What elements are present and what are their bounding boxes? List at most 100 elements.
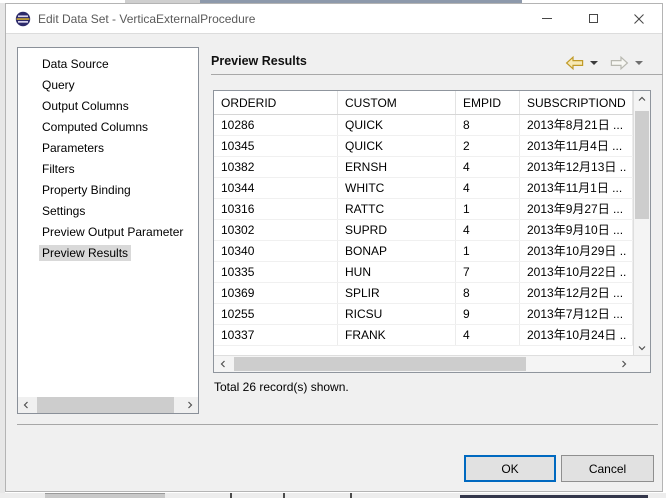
table-row[interactable]: 10286 QUICK 8 2013年8月21日 ... xyxy=(214,115,633,136)
sidebar-item[interactable]: Settings xyxy=(18,201,198,222)
scroll-right-icon[interactable] xyxy=(182,397,198,413)
sidebar-horizontal-scrollbar[interactable] xyxy=(18,397,198,413)
ok-button[interactable]: OK xyxy=(464,455,556,482)
back-arrow-icon[interactable] xyxy=(565,56,584,70)
column-header[interactable]: EMPID xyxy=(456,91,520,114)
column-header[interactable]: CUSTOM xyxy=(338,91,456,114)
scrollbar-thumb[interactable] xyxy=(234,357,526,371)
scroll-up-icon[interactable] xyxy=(634,91,650,106)
background-tick xyxy=(283,493,285,498)
cell-custom: FRANK xyxy=(338,325,456,345)
forward-dropdown-icon[interactable] xyxy=(635,61,643,65)
minimize-button[interactable] xyxy=(524,4,570,33)
scrollbar-track[interactable] xyxy=(34,397,182,413)
scroll-left-icon[interactable] xyxy=(214,356,231,372)
edit-data-set-dialog: Edit Data Set - VerticaExternalProcedure… xyxy=(5,3,663,492)
cell-subscriptiond: 2013年12月13日 .. xyxy=(520,157,633,177)
cell-custom: WHITC xyxy=(338,178,456,198)
history-nav xyxy=(565,54,643,72)
back-dropdown-icon[interactable] xyxy=(590,61,598,65)
cell-empid: 7 xyxy=(456,262,520,282)
forward-arrow-icon[interactable] xyxy=(610,56,629,70)
cell-empid: 1 xyxy=(456,199,520,219)
screen: Edit Data Set - VerticaExternalProcedure… xyxy=(0,0,666,498)
scroll-left-icon[interactable] xyxy=(18,397,34,413)
cell-subscriptiond: 2013年11月4日 ... xyxy=(520,136,633,156)
sidebar-item[interactable]: Output Columns xyxy=(18,96,198,117)
scrollbar-thumb[interactable] xyxy=(37,397,174,413)
cell-orderid: 10382 xyxy=(214,157,338,177)
scrollbar-track[interactable] xyxy=(231,356,615,372)
table-vertical-scrollbar[interactable] xyxy=(633,91,650,355)
table-row[interactable]: 10382 ERNSH 4 2013年12月13日 .. xyxy=(214,157,633,178)
column-header[interactable]: SUBSCRIPTIOND xyxy=(520,91,633,114)
table-row[interactable]: 10340 BONAP 1 2013年10月29日 .. xyxy=(214,241,633,262)
cell-custom: BONAP xyxy=(338,241,456,261)
cell-custom: SPLIR xyxy=(338,283,456,303)
title-bar[interactable]: Edit Data Set - VerticaExternalProcedure xyxy=(6,4,662,34)
sidebar-item[interactable]: Parameters xyxy=(18,138,198,159)
cell-empid: 2 xyxy=(456,136,520,156)
scrollbar-thumb[interactable] xyxy=(635,111,649,219)
cancel-button[interactable]: Cancel xyxy=(561,455,654,482)
cell-empid: 4 xyxy=(456,220,520,240)
sidebar-item[interactable]: Filters xyxy=(18,159,198,180)
cell-orderid: 10337 xyxy=(214,325,338,345)
cell-orderid: 10340 xyxy=(214,241,338,261)
table-row[interactable]: 10255 RICSU 9 2013年7月12日 ... xyxy=(214,304,633,325)
cell-empid: 9 xyxy=(456,304,520,324)
scroll-down-icon[interactable] xyxy=(634,340,650,355)
sidebar-items: Data SourceQueryOutput ColumnsComputed C… xyxy=(18,48,198,264)
table-row[interactable]: 10316 RATTC 1 2013年9月27日 ... xyxy=(214,199,633,220)
cell-subscriptiond: 2013年10月24日 .. xyxy=(520,325,633,345)
cell-empid: 1 xyxy=(456,241,520,261)
cell-subscriptiond: 2013年7月12日 ... xyxy=(520,304,633,324)
cell-custom: QUICK xyxy=(338,136,456,156)
table-row[interactable]: 10345 QUICK 2 2013年11月4日 ... xyxy=(214,136,633,157)
sidebar-item[interactable]: Query xyxy=(18,75,198,96)
table-row[interactable]: 10302 SUPRD 4 2013年9月10日 ... xyxy=(214,220,633,241)
cell-orderid: 10302 xyxy=(214,220,338,240)
table-body: 10286 QUICK 8 2013年8月21日 ... 10345 QUICK… xyxy=(214,115,633,346)
table-row[interactable]: 10335 HUN 7 2013年10月22日 .. xyxy=(214,262,633,283)
cell-orderid: 10255 xyxy=(214,304,338,324)
cell-subscriptiond: 2013年8月21日 ... xyxy=(520,115,633,135)
maximize-icon xyxy=(589,14,598,23)
table-row[interactable]: 10344 WHITC 4 2013年11月1日 ... xyxy=(214,178,633,199)
cell-orderid: 10345 xyxy=(214,136,338,156)
cell-empid: 8 xyxy=(456,283,520,303)
cell-custom: ERNSH xyxy=(338,157,456,177)
close-button[interactable] xyxy=(616,4,662,33)
table-row[interactable]: 10337 FRANK 4 2013年10月24日 .. xyxy=(214,325,633,346)
cell-empid: 8 xyxy=(456,115,520,135)
table-horizontal-scrollbar[interactable] xyxy=(214,355,650,372)
cell-empid: 4 xyxy=(456,325,520,345)
cell-subscriptiond: 2013年9月27日 ... xyxy=(520,199,633,219)
sidebar-item[interactable]: Preview Output Parameter xyxy=(18,222,198,243)
cell-subscriptiond: 2013年10月22日 .. xyxy=(520,262,633,282)
cell-subscriptiond: 2013年11月1日 ... xyxy=(520,178,633,198)
close-icon xyxy=(634,14,644,24)
cell-custom: RATTC xyxy=(338,199,456,219)
preview-results-table: ORDERIDCUSTOMEMPIDSUBSCRIPTIOND 10286 QU… xyxy=(213,90,651,373)
cell-custom: QUICK xyxy=(338,115,456,135)
eclipse-icon xyxy=(15,11,31,27)
table-header-row: ORDERIDCUSTOMEMPIDSUBSCRIPTIOND xyxy=(214,91,633,115)
table-row[interactable]: 10369 SPLIR 8 2013年12月2日 ... xyxy=(214,283,633,304)
background-tick xyxy=(350,493,352,498)
sidebar-item[interactable]: Preview Results xyxy=(18,243,198,264)
record-count-status: Total 26 record(s) shown. xyxy=(214,380,349,394)
cell-empid: 4 xyxy=(456,178,520,198)
dataset-nav-list: Data SourceQueryOutput ColumnsComputed C… xyxy=(17,47,199,414)
sidebar-item[interactable]: Computed Columns xyxy=(18,117,198,138)
cell-empid: 4 xyxy=(456,157,520,177)
sidebar-item[interactable]: Property Binding xyxy=(18,180,198,201)
footer-separator xyxy=(17,424,658,425)
column-header[interactable]: ORDERID xyxy=(214,91,338,114)
scroll-right-icon[interactable] xyxy=(615,356,632,372)
maximize-button[interactable] xyxy=(570,4,616,33)
sidebar-item[interactable]: Data Source xyxy=(18,54,198,75)
cell-subscriptiond: 2013年12月2日 ... xyxy=(520,283,633,303)
window-title: Edit Data Set - VerticaExternalProcedure xyxy=(38,12,255,26)
cell-subscriptiond: 2013年10月29日 .. xyxy=(520,241,633,261)
